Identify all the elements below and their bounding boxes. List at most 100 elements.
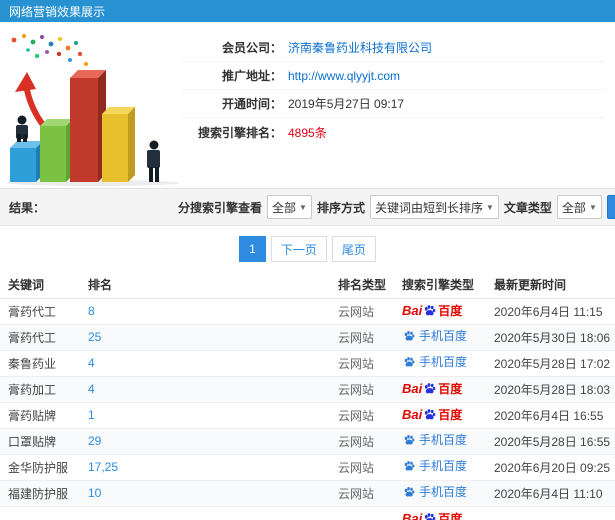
rank-type-cell: 云网站 (334, 350, 398, 377)
baidu-pc-logo: Bai 百度 (402, 303, 463, 318)
header-engine-type: 搜索引擎类型 (398, 272, 490, 299)
baidu-pc-logo: Bai 百度 (402, 512, 462, 520)
baidu-paw-icon (425, 383, 436, 394)
sort-filter-label: 排序方式 (316, 200, 365, 215)
keyword-cell: 膏药代工 (0, 298, 84, 325)
bar-chart-graphic (8, 34, 180, 186)
member-info-section: 会员公司： 济南秦鲁药业科技有限公司 推广地址： http://www.qlyy… (0, 22, 615, 188)
engine-filter-label: 分搜索引擎查看 (178, 200, 263, 215)
keyword-cell: 福建防护服 (0, 480, 84, 507)
rank-type-cell (334, 506, 398, 520)
promo-url-link[interactable]: http://www.qlyyjt.com (288, 69, 400, 83)
rank-type-cell: 云网站 (334, 324, 398, 351)
rank-type-cell: 云网站 (334, 480, 398, 507)
update-time-cell: 2020年5月30日 18:06 (490, 324, 615, 351)
engine-filter-select[interactable]: 全部 ▼ (267, 195, 312, 219)
rank-count-value: 4895条 (288, 125, 327, 140)
rank-link[interactable]: 4 (84, 376, 334, 403)
update-time-cell: 2020年5月28日 17:02 (490, 350, 615, 377)
filter-controls: 分搜索引擎查看 全部 ▼ 排序方式 关键词由短到长排序 ▼ 文章类型 全部 ▼ … (178, 195, 615, 219)
rank-type-cell: 云网站 (334, 376, 398, 403)
result-section-label: 结果： (9, 200, 46, 215)
header-rank-type: 排名类型 (334, 272, 398, 299)
update-time-cell: 2020年6月4日 16:55 (490, 402, 615, 429)
update-time-cell: 2020年6月4日 11:10 (490, 480, 615, 507)
engine-cell: Bai 百度 手机百度 (398, 350, 490, 377)
baidu-paw-icon (425, 305, 436, 316)
rank-link[interactable]: 1 (84, 402, 334, 429)
promo-url-label: 推广地址： (221, 69, 282, 83)
engine-cell: Bai 百度 手机百度 (398, 298, 490, 325)
engine-cell: Bai 百度 手机百度 (398, 454, 490, 481)
rank-type-cell: 云网站 (334, 402, 398, 429)
rank-link[interactable]: 4 (84, 350, 334, 377)
keyword-cell: 秦鲁药业 (0, 350, 84, 377)
member-info-list: 会员公司： 济南秦鲁药业科技有限公司 推广地址： http://www.qlyy… (182, 22, 615, 188)
baidu-mobile-logo: 手机百度 (402, 460, 467, 472)
update-time-cell (490, 506, 615, 520)
open-time-label: 开通时间： (221, 97, 282, 111)
engine-cell: Bai 百度 手机百度 (398, 402, 490, 429)
keyword-cell (0, 506, 84, 520)
filter-bar: 结果： 分搜索引擎查看 全部 ▼ 排序方式 关键词由短到长排序 ▼ 文章类型 全… (0, 188, 615, 226)
baidu-pc-logo: Bai 百度 (402, 381, 463, 396)
chevron-down-icon: ▼ (299, 202, 307, 212)
table-row: 膏药贴牌 1 云网站 Bai 百度 手机百度 2020年6月4日 16:55 (0, 402, 615, 429)
article-type-label: 文章类型 (503, 200, 552, 215)
baidu-pc-logo: Bai 百度 (402, 407, 463, 422)
update-time-cell: 2020年5月28日 18:03 (490, 376, 615, 403)
update-time-cell: 2020年6月4日 11:15 (490, 298, 615, 325)
rank-link[interactable]: 8 (84, 298, 334, 325)
rank-link[interactable]: 10 (84, 480, 334, 507)
article-type-select[interactable]: 全部 ▼ (556, 195, 602, 219)
pagination: 1 下一页 尾页 (0, 226, 615, 272)
info-row-open-time: 开通时间： 2019年5月27日 09:17 (182, 90, 605, 118)
sort-filter-select[interactable]: 关键词由短到长排序 ▼ (369, 195, 499, 219)
update-time-cell: 2020年6月20日 09:25 (490, 454, 615, 481)
mobile-baidu-paw-icon (404, 356, 415, 366)
page-button-1[interactable]: 1 (239, 236, 266, 262)
keyword-cell: 膏药加工 (0, 376, 84, 403)
chevron-down-icon: ▼ (485, 202, 494, 212)
rank-link[interactable] (84, 506, 334, 520)
engine-cell: Bai 百度 手机百度 (398, 480, 490, 507)
table-body: 膏药代工 8 云网站 Bai 百度 手机百度 2020年6月4日 11:15 膏… (0, 298, 615, 520)
table-row: 金华防护服 17,25 云网站 Bai 百度 手机百度 2020年6月20日 0… (0, 454, 615, 481)
baidu-mobile-logo: 手机百度 (402, 434, 467, 446)
rank-link[interactable]: 25 (84, 324, 334, 351)
last-page-button[interactable]: 尾页 (331, 236, 376, 262)
engine-cell: Bai 百度 手机百度 (398, 428, 490, 455)
company-label: 会员公司： (221, 41, 282, 55)
baidu-mobile-logo: 手机百度 (402, 330, 467, 342)
mobile-baidu-paw-icon (404, 460, 415, 470)
rank-count-unit: 条 (314, 125, 327, 140)
keyword-cell: 金华防护服 (0, 454, 84, 481)
table-row: 口罩贴牌 29 云网站 Bai 百度 手机百度 2020年5月28日 16:55 (0, 428, 615, 455)
baidu-paw-icon (425, 513, 436, 520)
open-time-value: 2019年5月27日 09:17 (288, 97, 405, 111)
rank-link[interactable]: 29 (84, 428, 334, 455)
mobile-baidu-paw-icon (404, 434, 415, 444)
engine-cell: Bai 百度 手机百度 (398, 506, 490, 520)
marketing-chart-illustration (0, 22, 182, 188)
mobile-baidu-paw-icon (404, 330, 415, 340)
keyword-cell: 膏药代工 (0, 324, 84, 351)
table-row: 膏药加工 4 云网站 Bai 百度 手机百度 2020年5月28日 18:03 (0, 376, 615, 403)
info-row-rank-count: 搜索引擎排名： 4895条 (182, 118, 605, 146)
info-row-company: 会员公司： 济南秦鲁药业科技有限公司 (182, 34, 605, 62)
rank-count-label: 搜索引擎排名： (197, 125, 282, 140)
company-link[interactable]: 济南秦鲁药业科技有限公司 (288, 39, 432, 56)
next-page-button[interactable]: 下一页 (270, 236, 327, 262)
submit-button[interactable]: 提交 (606, 195, 615, 219)
table-row: 膏药代工 25 云网站 Bai 百度 手机百度 2020年5月30日 18:06 (0, 324, 615, 351)
info-row-url: 推广地址： http://www.qlyyjt.com (182, 62, 605, 90)
page-title: 网络营销效果展示 (9, 4, 106, 19)
title-bar: 网络营销效果展示 (0, 0, 615, 22)
rank-type-cell: 云网站 (334, 298, 398, 325)
table-row: 福建防护服 10 云网站 Bai 百度 手机百度 2020年6月4日 11:10 (0, 480, 615, 507)
rank-link[interactable]: 17,25 (84, 454, 334, 481)
rank-type-cell: 云网站 (334, 428, 398, 455)
keyword-cell: 膏药贴牌 (0, 402, 84, 429)
table-row: 膏药代工 8 云网站 Bai 百度 手机百度 2020年6月4日 11:15 (0, 298, 615, 325)
table-row: Bai 百度 手机百度 (0, 506, 615, 520)
